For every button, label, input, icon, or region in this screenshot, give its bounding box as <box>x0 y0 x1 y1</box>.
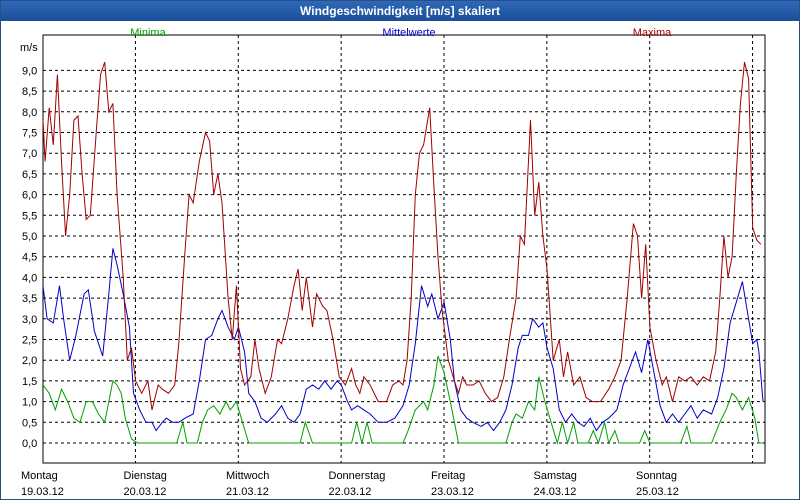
x-tick-date: 23.03.12 <box>431 486 474 498</box>
legend-maxima: Maxima <box>633 27 672 39</box>
x-tick-date: 20.03.12 <box>124 486 167 498</box>
y-tick-label: 4,0 <box>22 272 37 284</box>
y-tick-label: 3,5 <box>22 293 37 305</box>
y-tick-label: 1,5 <box>22 376 37 388</box>
y-tick-label: 1,0 <box>22 397 37 409</box>
legend-mittelwerte: Mittelwerte <box>382 27 435 39</box>
legend-minima: Minima <box>130 27 166 39</box>
x-tick-date: 25.03.12 <box>636 486 679 498</box>
y-tick-label: 7,0 <box>22 148 37 160</box>
y-tick-label: 8,5 <box>22 86 37 98</box>
window-title: Windgeschwindigkeit [m/s] skaliert <box>1 1 799 21</box>
y-tick-label: 8,0 <box>22 107 37 119</box>
y-tick-label: 5,5 <box>22 210 37 222</box>
x-tick-date: 19.03.12 <box>21 486 64 498</box>
x-tick-weekday: Freitag <box>431 470 465 482</box>
y-tick-label: 9,0 <box>22 65 37 77</box>
x-tick-weekday: Dienstag <box>124 470 167 482</box>
y-axis-label: m/s <box>20 42 38 54</box>
x-tick-weekday: Mittwoch <box>226 470 269 482</box>
x-tick-weekday: Sonntag <box>636 470 677 482</box>
x-tick-weekday: Samstag <box>534 470 577 482</box>
y-tick-label: 0,5 <box>22 417 37 429</box>
x-tick-date: 21.03.12 <box>226 486 269 498</box>
y-tick-label: 2,5 <box>22 335 37 347</box>
x-tick-weekday: Montag <box>21 470 58 482</box>
y-tick-label: 3,0 <box>22 314 37 326</box>
y-tick-label: 6,0 <box>22 190 37 202</box>
chart: 0,0 0,5 1,0 1,5 2,0 2,5 3,0 3,5 4,0 4,5 5,0 5,5 6,0 6… <box>20 27 766 498</box>
app-window: Windgeschwindigkeit [m/s] skaliert 0,0 0,… <box>0 0 800 500</box>
y-tick-label: 4,5 <box>22 252 37 264</box>
y-tick-label: 0,0 <box>22 438 37 450</box>
y-tick-label: 5,0 <box>22 231 37 243</box>
x-tick-date: 22.03.12 <box>329 486 372 498</box>
y-tick-label: 2,0 <box>22 355 37 367</box>
y-tick-label: 6,5 <box>22 169 37 181</box>
x-tick-weekday: Donnerstag <box>329 470 386 482</box>
y-tick-label: 7,5 <box>22 128 37 140</box>
x-tick-date: 24.03.12 <box>534 486 577 498</box>
plot-area <box>42 34 766 464</box>
